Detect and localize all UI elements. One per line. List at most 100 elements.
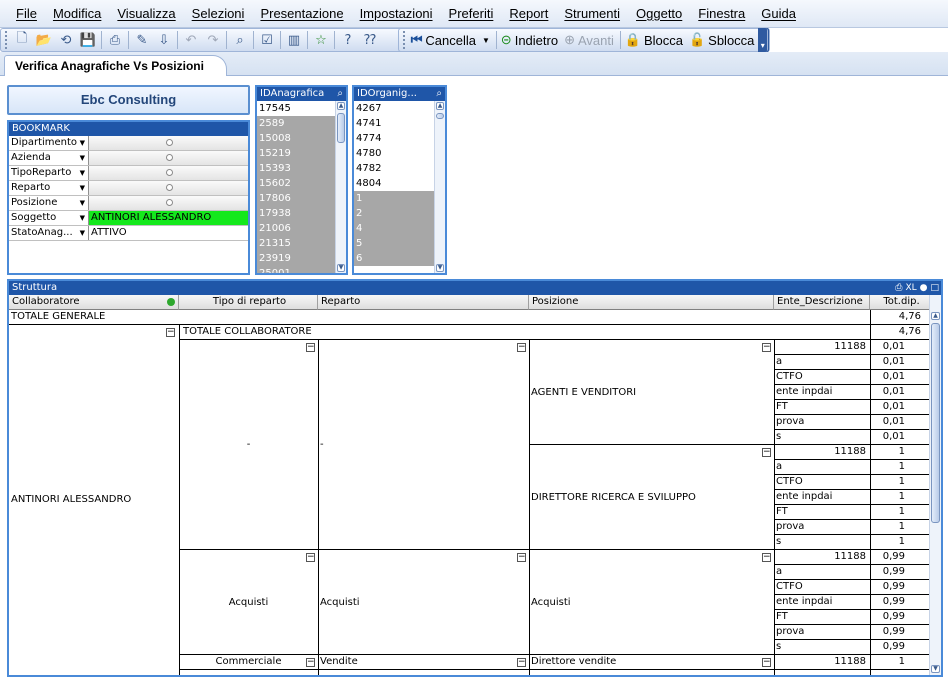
toolbar-grip[interactable] xyxy=(403,31,407,49)
bookmark-field-label[interactable]: Azienda ▼ xyxy=(9,151,89,165)
listbox-value[interactable]: 4 xyxy=(354,221,434,236)
search-icon[interactable]: ⌕ xyxy=(436,87,442,101)
chevron-down-icon[interactable]: ▼ xyxy=(80,151,85,165)
scroll-down-icon[interactable]: ▼ xyxy=(931,665,940,673)
title-text-object[interactable]: Ebc Consulting xyxy=(7,85,250,115)
listbox-header[interactable]: IDOrganig... ⌕ xyxy=(354,87,445,101)
excel-export-icon[interactable]: XL xyxy=(905,281,916,295)
undo-icon[interactable]: ↶ xyxy=(180,30,202,50)
bookmark-field-value[interactable] xyxy=(89,196,248,210)
collapse-icon[interactable]: − xyxy=(517,553,526,562)
bookmark-field-label[interactable]: Posizione ▼ xyxy=(9,196,89,210)
listbox-value[interactable]: 4774 xyxy=(354,131,434,146)
lock-button[interactable]: 🔒 Blocca xyxy=(623,30,687,50)
listbox-value[interactable]: 4782 xyxy=(354,161,434,176)
scroll-up-icon[interactable]: ▲ xyxy=(436,102,444,110)
edit-script-icon[interactable]: ✎ xyxy=(131,30,153,50)
bookmark-field-label[interactable]: Soggetto ▼ xyxy=(9,211,89,225)
chevron-down-icon[interactable]: ▼ xyxy=(80,226,85,240)
new-document-icon[interactable]: 🗋 xyxy=(11,30,33,50)
scroll-thumb[interactable] xyxy=(931,323,940,523)
toolbar-grip[interactable] xyxy=(5,31,9,49)
chevron-down-icon[interactable]: ▼ xyxy=(80,196,85,210)
current-selections-icon[interactable]: ☑ xyxy=(256,30,278,50)
bookmark-field-value[interactable] xyxy=(89,151,248,165)
scroll-thumb[interactable] xyxy=(436,113,444,119)
scroll-up-icon[interactable]: ▲ xyxy=(337,102,345,110)
collapse-icon[interactable]: − xyxy=(306,343,315,352)
menu-item-guida[interactable]: Guida xyxy=(753,0,804,28)
collapse-icon[interactable]: − xyxy=(166,328,175,337)
listbox-value[interactable]: 21315 xyxy=(257,236,335,251)
listbox-value[interactable]: 23919 xyxy=(257,251,335,266)
bookmark-field-label[interactable]: StatoAnag... ▼ xyxy=(9,226,89,240)
listbox-value[interactable]: 17806 xyxy=(257,191,335,206)
bookmark-row[interactable]: Azienda ▼ xyxy=(9,151,248,166)
menu-item-impostazioni[interactable]: Impostazioni xyxy=(352,0,441,28)
menu-item-selezioni[interactable]: Selezioni xyxy=(184,0,253,28)
listbox-value[interactable]: 15008 xyxy=(257,131,335,146)
pivot-scrollbar[interactable]: ▲ ▼ xyxy=(929,295,941,675)
menu-item-preferiti[interactable]: Preferiti xyxy=(441,0,502,28)
listbox-value[interactable]: 4780 xyxy=(354,146,434,161)
collapse-icon[interactable]: − xyxy=(517,343,526,352)
bookmark-row[interactable]: TipoReparto ▼ xyxy=(9,166,248,181)
reload-icon[interactable]: ⟲ xyxy=(55,30,77,50)
listbox-value[interactable]: 6 xyxy=(354,251,434,266)
listbox-value[interactable]: 1 xyxy=(354,191,434,206)
column-header[interactable]: Ente_Descrizione xyxy=(774,295,870,310)
listbox-value[interactable]: 17545 xyxy=(257,101,335,116)
listbox-value[interactable]: 2589 xyxy=(257,116,335,131)
chart-wizard-icon[interactable]: ▥ xyxy=(283,30,305,50)
chevron-down-icon[interactable]: ▼ xyxy=(80,166,85,180)
column-header[interactable]: Reparto xyxy=(318,295,529,310)
print-icon[interactable]: ⎙ xyxy=(104,30,126,50)
menu-item-modifica[interactable]: Modifica xyxy=(45,0,109,28)
listbox-value[interactable]: 4267 xyxy=(354,101,434,116)
back-button[interactable]: ⊝ Indietro xyxy=(499,30,562,50)
menu-item-file[interactable]: File xyxy=(8,0,45,28)
collapse-icon[interactable]: − xyxy=(762,448,771,457)
bookmark-row[interactable]: Reparto ▼ xyxy=(9,181,248,196)
menu-item-strumenti[interactable]: Strumenti xyxy=(556,0,628,28)
search-icon[interactable]: ⌕ xyxy=(229,30,251,50)
scroll-down-icon[interactable]: ▼ xyxy=(337,264,345,272)
chevron-down-icon[interactable]: ▼ xyxy=(80,136,85,150)
chevron-down-icon[interactable]: ▼ xyxy=(80,211,85,225)
open-folder-icon[interactable]: 📂 xyxy=(33,30,55,50)
bookmark-header[interactable]: BOOKMARK xyxy=(9,122,248,136)
listbox-value[interactable]: 25001 xyxy=(257,266,335,273)
bookmark-field-value[interactable]: ATTIVO xyxy=(89,226,248,240)
collapse-icon[interactable]: − xyxy=(762,658,771,667)
listbox-value[interactable]: 15219 xyxy=(257,146,335,161)
column-header[interactable]: Tipo di reparto xyxy=(179,295,318,310)
maximize-icon[interactable]: □ xyxy=(930,281,939,295)
bookmark-row[interactable]: Posizione ▼ xyxy=(9,196,248,211)
scroll-up-icon[interactable]: ▲ xyxy=(931,312,940,320)
bookmark-row[interactable]: Dipartimento ▼ xyxy=(9,136,248,151)
favorites-star-icon[interactable]: ☆ xyxy=(310,30,332,50)
help-icon[interactable]: ? xyxy=(337,30,359,50)
clear-button[interactable]: ⏮ Cancella ▼ xyxy=(409,30,494,50)
forward-button[interactable]: ⊕ Avanti xyxy=(562,30,618,50)
listbox-header[interactable]: IDAnagrafica ⌕ xyxy=(257,87,346,101)
redo-icon[interactable]: ↷ xyxy=(202,30,224,50)
listbox-value[interactable]: 4741 xyxy=(354,116,434,131)
menu-item-presentazione[interactable]: Presentazione xyxy=(252,0,351,28)
print-icon[interactable]: ⎙ xyxy=(895,281,902,295)
bookmark-row[interactable]: StatoAnag... ▼ ATTIVO xyxy=(9,226,248,241)
menu-item-finestra[interactable]: Finestra xyxy=(690,0,753,28)
bookmark-field-label[interactable]: TipoReparto ▼ xyxy=(9,166,89,180)
context-help-icon[interactable]: ⁇ xyxy=(359,30,381,50)
listbox-value[interactable]: 4804 xyxy=(354,176,434,191)
tab-verifica-anagrafiche[interactable]: Verifica Anagrafiche Vs Posizioni xyxy=(4,55,227,77)
collapse-icon[interactable]: − xyxy=(517,658,526,667)
listbox-value[interactable]: 17938 xyxy=(257,206,335,221)
bookmark-field-value[interactable]: ANTINORI ALESSANDRO xyxy=(89,211,248,225)
minimize-icon[interactable]: ● xyxy=(920,281,928,295)
bookmark-row[interactable]: Soggetto ▼ ANTINORI ALESSANDRO xyxy=(9,211,248,226)
column-header[interactable]: Tot.dip. xyxy=(870,295,931,310)
bookmark-field-value[interactable] xyxy=(89,181,248,195)
scroll-down-icon[interactable]: ▼ xyxy=(436,264,444,272)
bookmark-field-label[interactable]: Dipartimento ▼ xyxy=(9,136,89,150)
